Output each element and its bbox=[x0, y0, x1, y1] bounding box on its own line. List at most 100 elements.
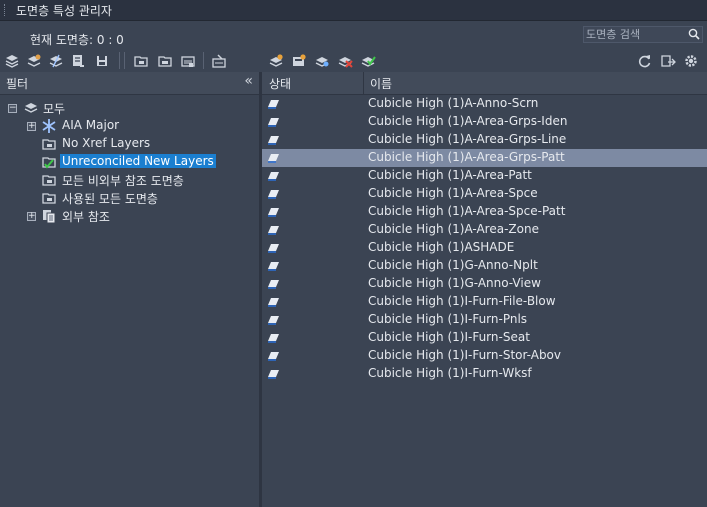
new-property-filter-icon[interactable] bbox=[4, 53, 20, 69]
layer-name: Cubicle High (1)A-Area-Zone bbox=[368, 222, 539, 236]
set-current-2-icon[interactable] bbox=[360, 53, 376, 69]
layer-row[interactable]: Cubicle High (1)A-Area-Spce bbox=[262, 185, 707, 203]
new-group-filter-icon[interactable] bbox=[26, 53, 42, 69]
filter-folder-check-icon bbox=[41, 154, 57, 170]
layers-stack-icon bbox=[23, 100, 39, 116]
filter-panel-title: 필터 bbox=[6, 77, 29, 91]
expand-toggle-icon[interactable]: + bbox=[27, 122, 36, 131]
layer-status-icon bbox=[268, 334, 279, 343]
tree-label: 외부 참조 bbox=[62, 210, 110, 224]
tree-label: Unreconciled New Layers bbox=[60, 154, 216, 168]
layer-status-icon bbox=[268, 298, 279, 307]
collapse-panel-icon[interactable]: « bbox=[244, 73, 253, 89]
tree-label: 사용된 모든 도면층 bbox=[62, 192, 158, 206]
grip-handle[interactable] bbox=[4, 4, 7, 16]
layer-row[interactable]: Cubicle High (1)G-Anno-View bbox=[262, 275, 707, 293]
layer-row[interactable]: Cubicle High (1)I-Furn-Wksf bbox=[262, 365, 707, 383]
tree-label: 모든 비외부 참조 도면층 bbox=[62, 174, 184, 188]
xref-documents-icon bbox=[41, 208, 57, 224]
new-layer-2-icon[interactable] bbox=[268, 53, 284, 69]
window-title: 도면층 특성 관리자 bbox=[16, 4, 112, 18]
layer-row[interactable]: Cubicle High (1)A-Area-Grps-Patt bbox=[262, 149, 707, 167]
collapse-toggle-icon[interactable]: − bbox=[8, 104, 17, 113]
layer-name: Cubicle High (1)I-Furn-Seat bbox=[368, 330, 530, 344]
save-icon[interactable] bbox=[94, 53, 110, 69]
toolbar-separator bbox=[203, 52, 204, 69]
set-current-icon[interactable] bbox=[180, 53, 196, 69]
toolbar-separator bbox=[124, 52, 125, 69]
filter-folder-icon bbox=[41, 190, 57, 206]
delete-layer-2-icon[interactable] bbox=[337, 53, 353, 69]
layer-name: Cubicle High (1)A-Area-Grps-Iden bbox=[368, 114, 568, 128]
export-icon[interactable] bbox=[660, 53, 676, 69]
layer-search-box[interactable] bbox=[583, 26, 703, 43]
layer-name: Cubicle High (1)A-Area-Spce bbox=[368, 186, 538, 200]
new-layer-icon[interactable] bbox=[70, 53, 86, 69]
merge-icon[interactable] bbox=[211, 53, 227, 69]
tree-item-aia-major[interactable]: + AIA Major bbox=[0, 117, 259, 135]
tree-item-xref[interactable]: + 외부 참조 bbox=[0, 207, 259, 225]
layer-row[interactable]: Cubicle High (1)A-Area-Grps-Line bbox=[262, 131, 707, 149]
layer-states-icon[interactable] bbox=[48, 53, 64, 69]
layer-row[interactable]: Cubicle High (1)A-Area-Patt bbox=[262, 167, 707, 185]
new-layer-vp-frozen-icon[interactable] bbox=[133, 53, 149, 69]
current-layer-label: 현재 도면층: 0 : 0 bbox=[30, 33, 124, 47]
layer-status-icon bbox=[268, 118, 279, 127]
layer-name: Cubicle High (1)A-Area-Grps-Patt bbox=[368, 150, 565, 164]
search-icon[interactable] bbox=[688, 28, 700, 40]
layer-status-icon bbox=[268, 154, 279, 163]
layer-name: Cubicle High (1)G-Anno-View bbox=[368, 276, 541, 290]
layer-row[interactable]: Cubicle High (1)A-Anno-Scrn bbox=[262, 95, 707, 113]
layer-name: Cubicle High (1)A-Area-Spce-Patt bbox=[368, 204, 566, 218]
layer-status-icon bbox=[268, 352, 279, 361]
layer-row[interactable]: Cubicle High (1)G-Anno-Nplt bbox=[262, 257, 707, 275]
layer-row[interactable]: Cubicle High (1)A-Area-Zone bbox=[262, 221, 707, 239]
tree-item-unreconciled-new-layers[interactable]: Unreconciled New Layers bbox=[0, 153, 259, 171]
settings-gear-icon[interactable] bbox=[683, 53, 699, 69]
column-header-status[interactable]: 상태 bbox=[269, 75, 291, 92]
title-bar: 도면층 특성 관리자 bbox=[0, 0, 707, 21]
layer-row[interactable]: Cubicle High (1)I-Furn-Stor-Abov bbox=[262, 347, 707, 365]
layer-name: Cubicle High (1)A-Anno-Scrn bbox=[368, 96, 539, 110]
layer-row[interactable]: Cubicle High (1)ASHADE bbox=[262, 239, 707, 257]
layer-name: Cubicle High (1)I-Furn-Stor-Abov bbox=[368, 348, 562, 362]
layer-status-icon bbox=[268, 136, 279, 145]
expand-toggle-icon[interactable]: + bbox=[27, 212, 36, 221]
layer-row[interactable]: Cubicle High (1)I-Furn-File-Blow bbox=[262, 293, 707, 311]
layer-settings-icon[interactable] bbox=[314, 53, 330, 69]
layer-status-icon bbox=[268, 208, 279, 217]
delete-layer-icon[interactable] bbox=[157, 53, 173, 69]
layer-status-icon bbox=[268, 226, 279, 235]
layer-row[interactable]: Cubicle High (1)I-Furn-Pnls bbox=[262, 311, 707, 329]
tree-label: AIA Major bbox=[62, 118, 120, 132]
layer-row[interactable]: Cubicle High (1)A-Area-Spce-Patt bbox=[262, 203, 707, 221]
layer-status-icon bbox=[268, 100, 279, 109]
layer-list-header: 상태 이름 bbox=[262, 72, 707, 95]
column-divider[interactable] bbox=[363, 72, 364, 94]
filter-folder-icon bbox=[41, 136, 57, 152]
layer-status-icon bbox=[268, 316, 279, 325]
tree-label: No Xref Layers bbox=[62, 136, 151, 150]
asterisk-filter-icon bbox=[41, 118, 57, 134]
layer-row[interactable]: Cubicle High (1)A-Area-Grps-Iden bbox=[262, 113, 707, 131]
layer-status-icon bbox=[268, 370, 279, 379]
tree-item-all[interactable]: − 모두 bbox=[0, 99, 259, 117]
new-layer-vp-frozen-2-icon[interactable] bbox=[291, 53, 307, 69]
tree-item-all-non-xref-layers[interactable]: 모든 비외부 참조 도면층 bbox=[0, 171, 259, 189]
tree-item-no-xref-layers[interactable]: No Xref Layers bbox=[0, 135, 259, 153]
tree-item-all-used-layers[interactable]: 사용된 모든 도면층 bbox=[0, 189, 259, 207]
layer-row[interactable]: Cubicle High (1)I-Furn-Seat bbox=[262, 329, 707, 347]
layer-search-input[interactable] bbox=[584, 27, 688, 42]
layer-status-icon bbox=[268, 280, 279, 289]
filter-panel-header: 필터 « bbox=[0, 72, 259, 95]
layer-name: Cubicle High (1)I-Furn-File-Blow bbox=[368, 294, 556, 308]
layer-name: Cubicle High (1)A-Area-Grps-Line bbox=[368, 132, 567, 146]
layer-status-icon bbox=[268, 190, 279, 199]
filter-panel: 필터 « − 모두 + AIA Major No Xref Layers Unr… bbox=[0, 72, 259, 507]
column-header-name[interactable]: 이름 bbox=[370, 75, 392, 92]
layer-name: Cubicle High (1)A-Area-Patt bbox=[368, 168, 532, 182]
filter-folder-icon bbox=[41, 172, 57, 188]
layer-status-icon bbox=[268, 262, 279, 271]
refresh-icon[interactable] bbox=[637, 53, 653, 69]
layer-list-panel: 상태 이름 Cubicle High (1)A-Anno-Scrn Cubicle… bbox=[262, 72, 707, 507]
